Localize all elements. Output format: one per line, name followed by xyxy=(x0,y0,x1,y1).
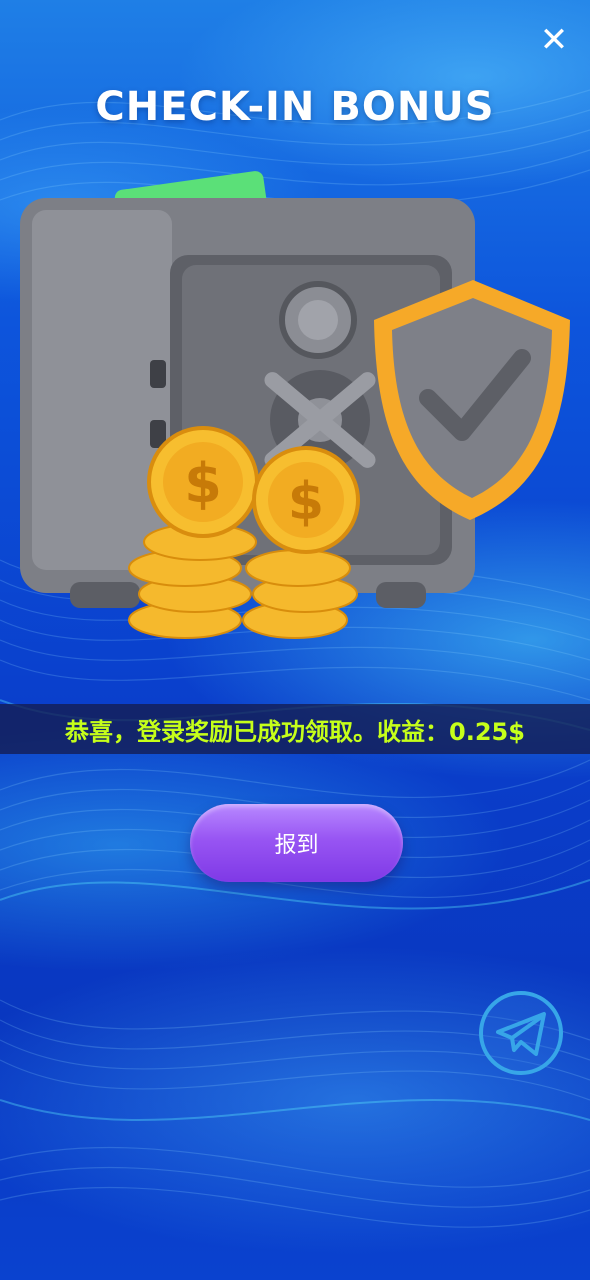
close-icon: ✕ xyxy=(539,20,569,60)
svg-text:$: $ xyxy=(184,452,222,515)
telegram-button[interactable] xyxy=(478,990,564,1076)
close-button[interactable]: ✕ xyxy=(536,22,572,58)
checkin-button[interactable]: 报到 xyxy=(190,804,403,882)
checkin-bonus-screen: ✕ CHECK-IN BONUS $ $ 恭喜，登录奖励已成功领取。收益：0.2… xyxy=(0,0,590,1280)
gold-coins-icon xyxy=(128,426,360,639)
page-title: CHECK-IN BONUS xyxy=(95,84,495,130)
checkin-button-label: 报到 xyxy=(274,833,319,858)
telegram-icon xyxy=(479,991,563,1075)
safe-with-coins-and-shield-illustration: $ $ xyxy=(20,171,570,639)
svg-text:$: $ xyxy=(288,472,324,532)
reward-message: 恭喜，登录奖励已成功领取。收益：0.25$ xyxy=(65,717,525,746)
reward-banner: 恭喜，登录奖励已成功领取。收益：0.25$ xyxy=(0,704,590,754)
